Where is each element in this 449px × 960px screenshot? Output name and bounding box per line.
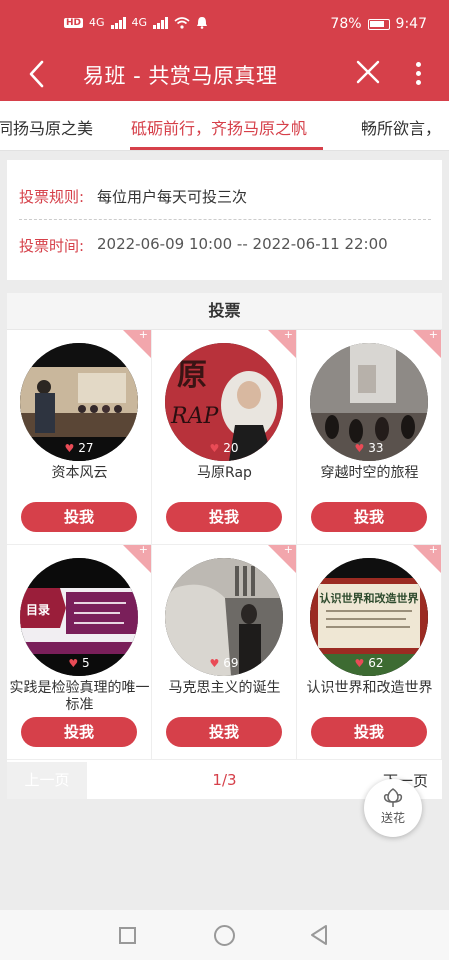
rule-row: 投票规则: 每位用户每天可投三次 [19,186,247,207]
rap-char-text: 原 [177,358,207,393]
home-button[interactable] [214,925,235,946]
like-count: ♥ 33 [354,441,384,455]
item-thumbnail[interactable]: 目录 ♥ 5 [20,558,138,676]
item-name: 认识世界和改造世界 [306,680,433,696]
page-title: 易班 - 共赏马原真理 [83,64,278,88]
tab-bar: 同扬马原之美 砥砺前行，齐扬马原之帆 畅所欲言， [0,101,449,151]
item-name: 实践是检验真理的唯一标准 [9,680,150,713]
vote-button[interactable]: 投我 [311,717,427,747]
heart-icon: ♥ [68,657,79,670]
vote-button[interactable]: 投我 [311,502,427,532]
tab-item-1[interactable]: 砥砺前行，齐扬马原之帆 [131,115,307,139]
vote-item: + ♥ 27 资本风云 投我 [7,330,152,545]
signal-icon [110,16,126,29]
heart-icon: ♥ [209,657,220,670]
chevron-left-icon [29,60,44,88]
item-thumbnail[interactable]: ♥ 27 [20,343,138,461]
more-vertical-icon [415,62,421,67]
network-label-2: 4G [131,16,148,29]
item-thumbnail[interactable]: ♥ 69 [165,558,283,676]
rule-label: 投票规则: [19,188,85,206]
time-value: 2022-06-09 10:00 -- 2022-06-11 22:00 [97,235,388,253]
item-thumbnail[interactable]: 原 RAP ♥ 20 [165,343,283,461]
like-count: ♥ 69 [209,656,239,670]
rule-value: 每位用户每天可投三次 [97,188,248,206]
back-triangle-icon[interactable] [309,924,329,946]
clock: 9:47 [395,16,427,32]
plus-icon: + [283,545,293,556]
plus-icon: + [138,545,148,556]
battery-percent: 78% [330,16,362,32]
time-row: 投票时间: 2022-06-09 10:00 -- 2022-06-11 22:… [19,235,388,256]
signal-icon-2 [153,16,169,29]
vote-item: + ♥ 69 马克思主义的诞生 投我 [152,545,297,760]
like-count: ♥ 20 [209,441,239,455]
heart-icon: ♥ [209,442,220,455]
vote-item: + ♥ 33 穿越时空的旅程 投我 [297,330,442,545]
wifi-icon [174,16,190,29]
item-name: 穿越时空的旅程 [320,465,419,481]
network-label: 4G [89,16,105,29]
like-count: ♥ 5 [68,656,90,670]
flower-icon [383,788,403,807]
more-button[interactable] [407,60,429,88]
plus-icon: + [283,330,293,341]
status-icons-right: 78% 9:47 [330,16,427,32]
active-tab-indicator [130,147,323,150]
time-label: 投票时间: [19,237,85,255]
close-button[interactable] [352,58,384,90]
send-flower-label: 送花 [380,811,405,825]
heart-icon: ♥ [64,442,75,455]
vote-item: + 原 RAP ♥ 20 马原Rap 投我 [152,330,297,545]
battery-icon [367,18,390,30]
like-count: ♥ 62 [354,656,384,670]
app-bar: 易班 - 共赏马原真理 [0,48,449,101]
status-bar: HD 4G 4G 78% 9:47 [0,0,449,48]
hd-icon: HD [64,17,84,28]
rap-word-text: RAP [170,404,219,429]
vote-item: + 目录 ♥ 5 实践是检验真理的唯一标准 投我 [7,545,152,760]
item-name: 资本风云 [51,465,108,481]
item-name: 马克思主义的诞生 [168,680,281,696]
item-thumbnail[interactable]: ♥ 33 [310,343,428,461]
plus-icon: + [428,545,438,556]
vote-section: 投票 + ♥ 27 资本风云 投我 + 原 RAP ♥ 20 马原Rap 投我 … [7,293,442,799]
divider [19,219,431,220]
vote-button[interactable]: 投我 [21,717,137,747]
plus-icon: + [428,330,438,341]
vote-rules-card: 投票规则: 每位用户每天可投三次 投票时间: 2022-06-09 10:00 … [7,160,442,280]
plus-icon: + [138,330,148,341]
heart-icon: ♥ [354,442,365,455]
vote-button[interactable]: 投我 [21,502,137,532]
tab-item-2[interactable]: 畅所欲言， [361,115,441,139]
back-button[interactable] [22,58,54,90]
like-count: ♥ 27 [64,441,94,455]
item-name: 马原Rap [197,465,252,481]
status-icons-left: HD 4G 4G [64,16,208,29]
vote-button[interactable]: 投我 [166,717,282,747]
tab-item-0[interactable]: 同扬马原之美 [0,115,93,139]
heart-icon: ♥ [354,657,365,670]
section-title: 投票 [7,293,442,330]
notification-icon [197,17,208,29]
vote-button[interactable]: 投我 [166,502,282,532]
vote-item: + 认识世界和改造世界 ♥ 62 认识世界和改造世界 投我 [297,545,442,760]
poster-title-text: 认识世界和改造世界 [320,591,419,605]
recents-button[interactable] [119,927,136,944]
item-thumbnail[interactable]: 认识世界和改造世界 ♥ 62 [310,558,428,676]
close-icon [356,60,380,84]
system-nav-bar [0,910,449,960]
menu-title-text: 目录 [26,603,50,617]
send-flower-button[interactable]: 送花 [364,779,422,837]
